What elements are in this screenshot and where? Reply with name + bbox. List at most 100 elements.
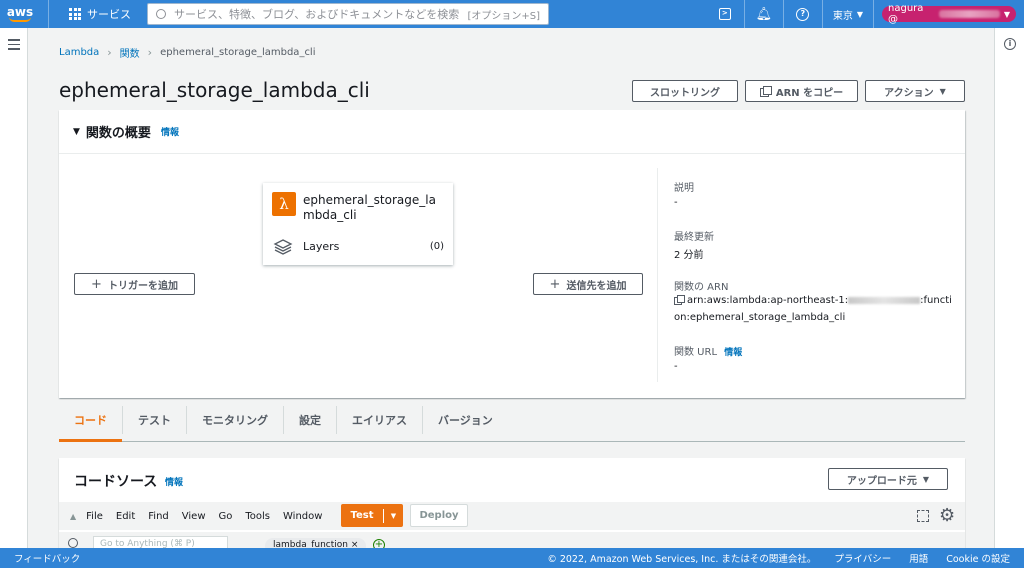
- menu-view[interactable]: View: [182, 511, 206, 522]
- gear-icon[interactable]: ⚙: [939, 505, 955, 526]
- function-overview-title: 関数の概要: [85, 126, 151, 141]
- test-label: Test: [341, 508, 384, 523]
- info-icon[interactable]: i: [1004, 38, 1016, 50]
- code-source-title: コードソース: [74, 474, 158, 490]
- add-trigger-label: トリガーを追加: [107, 280, 178, 292]
- last-modified-value: 2 分前: [674, 250, 704, 261]
- nav-divider: [873, 0, 874, 28]
- menu-edit[interactable]: Edit: [116, 511, 135, 522]
- notifications-button[interactable]: 🔔︎: [745, 0, 783, 28]
- chevron-right-icon: ›: [147, 46, 153, 59]
- copy-icon: [759, 86, 772, 97]
- actions-dropdown[interactable]: アクション ▼: [865, 80, 965, 102]
- function-overview-panel: ▼ 関数の概要 情報 λ ephemeral_storage_lambda_cl…: [59, 110, 965, 398]
- help-icon: ?: [796, 7, 810, 21]
- tab-test[interactable]: テスト: [123, 406, 187, 434]
- terms-link[interactable]: 用語: [909, 551, 928, 565]
- copy-arn-button[interactable]: ARN をコピー: [745, 80, 858, 102]
- region-label: 東京: [832, 10, 853, 22]
- caret-down-icon: ▼: [1003, 9, 1010, 19]
- search-shortcut-hint: [オプション+S]: [467, 10, 540, 22]
- help-panel-rail: i: [994, 28, 1024, 548]
- lambda-icon: λ: [272, 192, 296, 216]
- aws-smile-icon: [9, 17, 31, 22]
- global-search[interactable]: [オプション+S]: [147, 3, 549, 25]
- function-url-value: -: [674, 361, 678, 372]
- tab-aliases[interactable]: エイリアス: [337, 406, 423, 434]
- panel-divider: [657, 168, 658, 382]
- breadcrumb-lambda[interactable]: Lambda: [59, 47, 99, 58]
- account-label: nagura @: [888, 3, 924, 25]
- services-label: サービス: [87, 8, 131, 21]
- search-icon[interactable]: [68, 538, 78, 548]
- caret-down-icon: ▼: [856, 9, 863, 19]
- fullscreen-icon[interactable]: [917, 510, 929, 522]
- breadcrumb: Lambda › 関数 › ephemeral_storage_lambda_c…: [59, 45, 316, 60]
- arn-label: 関数の ARN: [674, 282, 729, 293]
- page-title: ephemeral_storage_lambda_cli: [59, 78, 370, 102]
- collapse-up-icon[interactable]: ▲: [70, 512, 76, 521]
- caret-down-icon: ▼: [939, 86, 946, 96]
- help-button[interactable]: ?: [784, 0, 822, 28]
- layers-label[interactable]: Layers: [303, 240, 339, 253]
- grid-icon: [69, 8, 81, 20]
- function-overview-header[interactable]: ▼ 関数の概要 情報: [59, 110, 965, 154]
- privacy-link[interactable]: プライバシー: [834, 551, 891, 565]
- actions-label: アクション: [884, 87, 934, 99]
- test-button[interactable]: Test ▼: [341, 504, 403, 527]
- deploy-button[interactable]: Deploy: [410, 504, 468, 527]
- menu-find[interactable]: Find: [148, 511, 169, 522]
- function-url-label: 関数 URL: [674, 347, 718, 358]
- throttle-button[interactable]: スロットリング: [632, 80, 738, 102]
- add-trigger-button[interactable]: + トリガーを追加: [74, 273, 195, 295]
- info-link[interactable]: 情報: [165, 475, 183, 488]
- function-url-row: 関数 URL 情報: [674, 343, 742, 358]
- plus-icon: +: [91, 276, 102, 292]
- chevron-right-icon: ›: [107, 46, 112, 59]
- services-menu-button[interactable]: サービス: [49, 0, 141, 28]
- tab-versions[interactable]: バージョン: [423, 406, 508, 434]
- menu-window[interactable]: Window: [283, 511, 322, 522]
- collapse-caret-icon[interactable]: ▼: [73, 127, 80, 137]
- code-source-panel: コードソース 情報 アップロード元 ▼ ▲ File Edit Find Vie…: [59, 458, 965, 558]
- bell-icon: 🔔︎: [755, 6, 773, 22]
- caret-down-icon[interactable]: ▼: [384, 512, 403, 520]
- info-link[interactable]: 情報: [724, 348, 742, 358]
- add-destination-label: 送信先を追加: [566, 280, 627, 292]
- menu-go[interactable]: Go: [219, 511, 233, 522]
- cookie-settings-link[interactable]: Cookie の設定: [946, 551, 1010, 565]
- menu-file[interactable]: File: [86, 511, 103, 522]
- menu-tools[interactable]: Tools: [245, 511, 270, 522]
- arn-prefix: arn:aws:lambda:ap-northeast-1:: [687, 295, 849, 306]
- copy-icon[interactable]: [674, 295, 685, 305]
- account-id-redacted: [848, 296, 921, 304]
- cloudshell-button[interactable]: >: [706, 0, 744, 28]
- info-link[interactable]: 情報: [161, 125, 179, 138]
- tab-code[interactable]: コード: [59, 406, 123, 442]
- footer-links: © 2022, Amazon Web Services, Inc. またはその関…: [547, 551, 1010, 565]
- arn-suffix-line2: on:ephemeral_storage_lambda_cli: [674, 312, 846, 323]
- layers-count: (0): [429, 241, 444, 252]
- arn-value: arn:aws:lambda:ap-northeast-1::functi: [674, 295, 964, 306]
- upload-from-label: アップロード元: [846, 475, 917, 487]
- function-card[interactable]: λ ephemeral_storage_lambda_cli Layers (0…: [263, 183, 453, 265]
- tab-configuration[interactable]: 設定: [284, 406, 337, 434]
- aws-logo[interactable]: aws: [0, 0, 40, 28]
- side-navigation-rail: [0, 28, 28, 548]
- feedback-link[interactable]: フィードバック: [14, 551, 80, 565]
- description-value: -: [674, 197, 678, 208]
- search-input[interactable]: [174, 7, 468, 21]
- tab-monitoring[interactable]: モニタリング: [187, 406, 284, 434]
- breadcrumb-current: ephemeral_storage_lambda_cli: [160, 47, 316, 58]
- top-navigation: aws サービス [オプション+S] > 🔔︎ ? 東京 ▼ nagura @ …: [0, 0, 1024, 28]
- caret-down-icon: ▼: [922, 474, 930, 484]
- account-menu[interactable]: nagura @ ▼: [882, 3, 1016, 25]
- account-redacted: [939, 10, 1000, 18]
- region-selector[interactable]: 東京 ▼: [823, 0, 873, 28]
- breadcrumb-functions[interactable]: 関数: [120, 45, 140, 60]
- menu-icon[interactable]: [8, 39, 20, 53]
- description-label: 説明: [674, 183, 694, 194]
- search-icon: [156, 9, 166, 19]
- upload-from-dropdown[interactable]: アップロード元 ▼: [828, 468, 948, 490]
- add-destination-button[interactable]: + 送信先を追加: [533, 273, 643, 295]
